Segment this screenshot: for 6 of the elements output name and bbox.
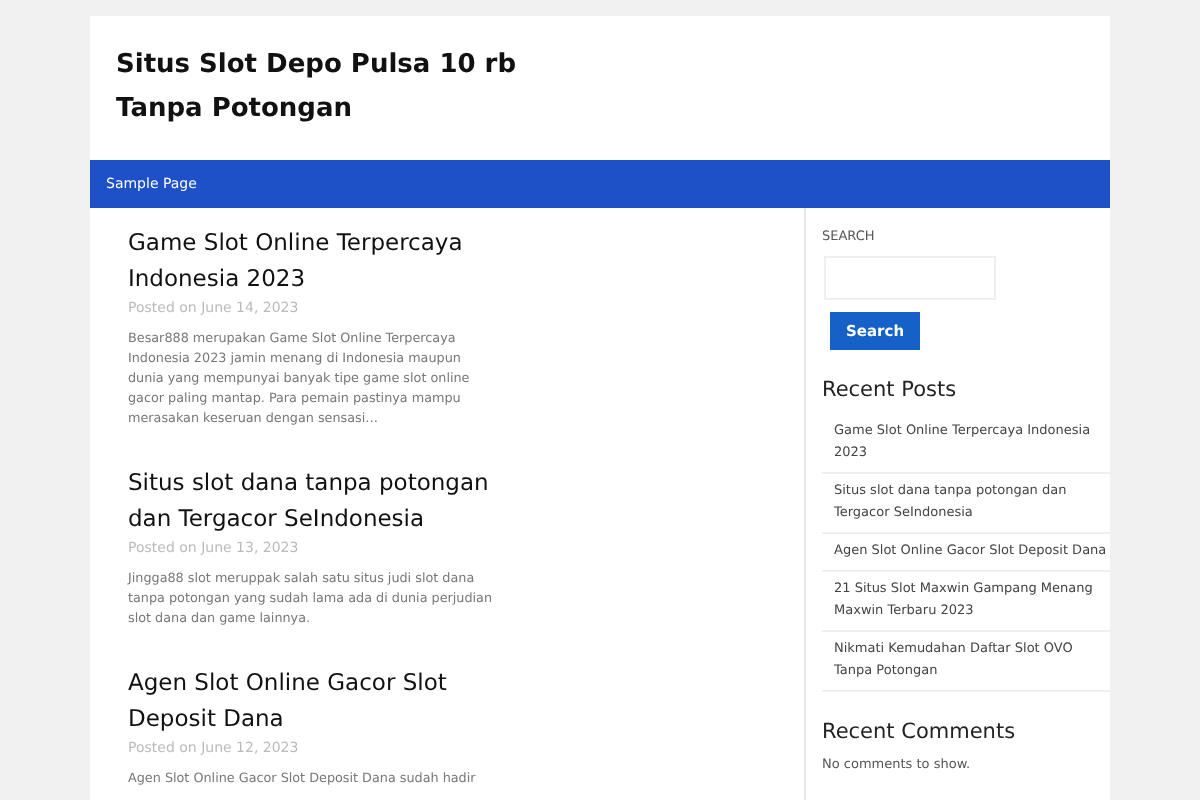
post-title[interactable]: Agen Slot Online Gacor Slot Deposit Dana — [128, 664, 528, 736]
widget-title: Recent Posts — [822, 378, 959, 402]
site-title[interactable]: Situs Slot Depo Pulsa 10 rb Tanpa Potongan — [116, 44, 576, 132]
post-title[interactable]: Situs slot dana tanpa potongan dan Tergacor SeIndonesia — [128, 464, 528, 536]
post-title[interactable]: Game Slot Online Terpercaya Indonesia 2023 — [128, 224, 528, 296]
widget-title: Recent Comments — [822, 720, 1018, 744]
